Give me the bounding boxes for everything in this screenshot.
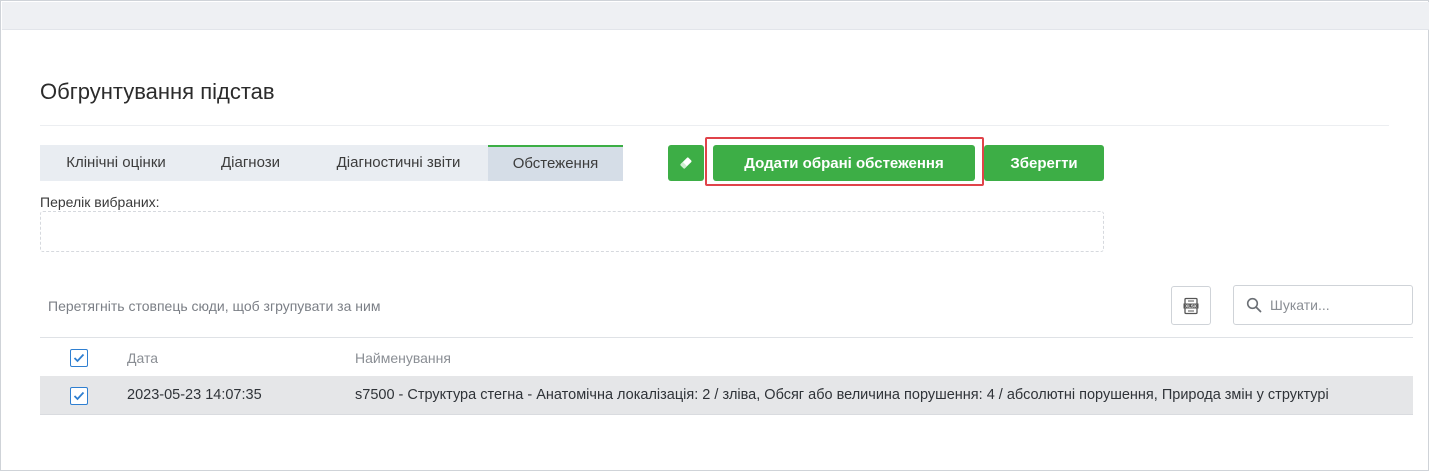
select-all-checkbox[interactable]	[70, 349, 88, 367]
export-xlsx-button[interactable]: XLSX	[1171, 286, 1211, 325]
tab-observations[interactable]: Обстеження	[488, 145, 623, 181]
row-checkbox[interactable]	[70, 387, 88, 405]
row-name: s7500 - Структура стегна - Анатомічна ло…	[355, 387, 1329, 403]
grid-header-row: Дата Найменування	[40, 338, 1413, 376]
add-selected-observations-button[interactable]: Додати обрані обстеження	[713, 145, 975, 181]
title-divider	[40, 125, 1389, 126]
clear-selection-button[interactable]	[668, 145, 704, 181]
tab-diagnostic-reports[interactable]: Діагностичні звіти	[309, 145, 488, 181]
table-row[interactable]: 2023-05-23 14:07:35 s7500 - Структура ст…	[40, 376, 1413, 415]
search-box[interactable]	[1233, 285, 1413, 325]
checkmark-icon	[73, 391, 85, 401]
svg-text:XLSX: XLSX	[1185, 303, 1197, 308]
eraser-icon	[679, 156, 693, 170]
tab-diagnoses[interactable]: Діагнози	[192, 145, 309, 181]
column-header-date[interactable]: Дата	[127, 350, 158, 366]
selected-list-dropzone	[40, 211, 1104, 252]
app-frame: Обгрунтування підстав Клінічні оцінки Ді…	[0, 0, 1429, 471]
search-icon	[1246, 297, 1262, 313]
save-button[interactable]: Зберегти	[984, 145, 1104, 181]
xlsx-export-icon: XLSX	[1182, 297, 1200, 315]
top-bar	[2, 2, 1429, 30]
column-header-name[interactable]: Найменування	[355, 350, 451, 366]
search-input[interactable]	[1270, 297, 1400, 313]
tab-clinical-assessments[interactable]: Клінічні оцінки	[40, 145, 192, 181]
selected-list-label: Перелік вибраних:	[40, 194, 160, 210]
group-panel-hint[interactable]: Перетягніть стовпець сюди, щоб згрупуват…	[48, 298, 380, 314]
page-title: Обгрунтування підстав	[40, 79, 275, 104]
row-date: 2023-05-23 14:07:35	[127, 387, 262, 403]
tab-bar: Клінічні оцінки Діагнози Діагностичні зв…	[40, 145, 623, 181]
checkmark-icon	[73, 353, 85, 363]
